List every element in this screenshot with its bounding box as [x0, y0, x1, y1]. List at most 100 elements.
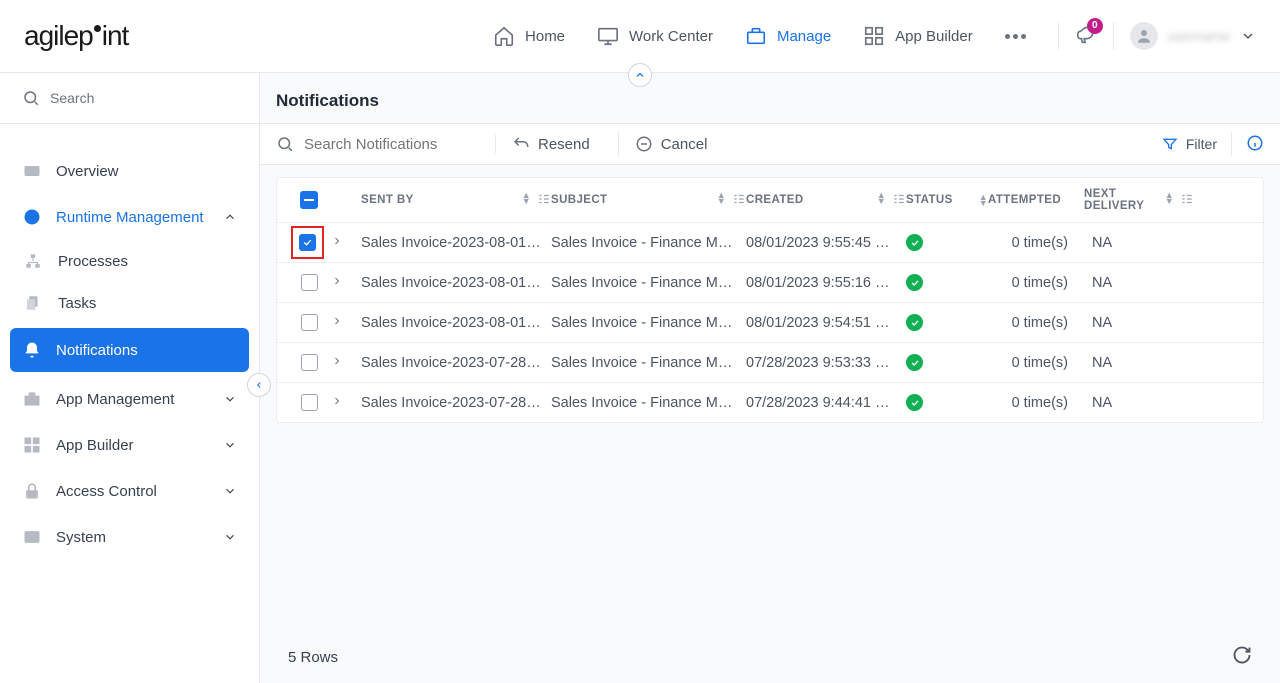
undo-icon: [512, 135, 530, 153]
tree-icon: [24, 252, 42, 270]
col-subject[interactable]: SUBJECT▲▼: [551, 192, 746, 209]
top-nav: Home Work Center Manage App Builder: [493, 25, 1026, 47]
nav-label: Home: [525, 28, 565, 45]
resend-label: Resend: [538, 136, 590, 153]
cell-created: 07/28/2023 9:53:33 …: [746, 355, 906, 371]
monitor-icon: [597, 25, 619, 47]
cell-subject: Sales Invoice - Finance M…: [551, 355, 746, 371]
group-icon[interactable]: [892, 192, 906, 209]
sidebar-item-runtime[interactable]: Runtime Management: [0, 194, 259, 240]
filter-label: Filter: [1186, 136, 1217, 152]
expand-row[interactable]: [331, 395, 361, 411]
col-status[interactable]: STATUS▲▼: [906, 194, 988, 206]
table-row[interactable]: Sales Invoice-2023-08-01…Sales Invoice -…: [277, 303, 1263, 343]
table-row[interactable]: Sales Invoice-2023-07-28…Sales Invoice -…: [277, 383, 1263, 423]
cell-attempted: 0 time(s): [988, 355, 1076, 371]
status-ok-icon: [906, 314, 923, 331]
nav-manage[interactable]: Manage: [745, 25, 831, 47]
group-icon[interactable]: [732, 192, 746, 209]
badge-count: 0: [1087, 18, 1103, 34]
sort-icon[interactable]: ▲▼: [1165, 192, 1174, 209]
col-created[interactable]: CREATED▲▼: [746, 192, 906, 209]
status-ok-icon: [906, 354, 923, 371]
grid-icon: [863, 25, 885, 47]
cancel-label: Cancel: [661, 136, 708, 153]
toolbar: Resend Cancel Filter: [260, 123, 1280, 165]
nav-label: App Builder: [895, 28, 973, 45]
sidebar-search[interactable]: Search: [0, 73, 259, 124]
expand-row[interactable]: [331, 235, 361, 251]
cell-status: [906, 274, 988, 291]
table-row[interactable]: Sales Invoice-2023-08-01…Sales Invoice -…: [277, 223, 1263, 263]
sort-icon[interactable]: ▲▼: [979, 194, 988, 206]
row-checkbox[interactable]: [301, 394, 318, 411]
filter-icon: [1162, 136, 1178, 152]
table-row[interactable]: Sales Invoice-2023-07-28…Sales Invoice -…: [277, 343, 1263, 383]
copy-icon: [24, 294, 42, 312]
sidebar-sub-processes[interactable]: Processes: [0, 240, 259, 282]
row-checkbox[interactable]: [301, 314, 318, 331]
cell-subject: Sales Invoice - Finance M…: [551, 275, 746, 291]
cell-status: [906, 314, 988, 331]
cancel-button[interactable]: Cancel: [635, 135, 720, 153]
col-next-delivery[interactable]: NEXT DELIVERY▲▼: [1076, 188, 1194, 212]
select-all-checkbox[interactable]: [300, 191, 318, 209]
cell-subject: Sales Invoice - Finance M…: [551, 235, 746, 251]
nav-work-center[interactable]: Work Center: [597, 25, 713, 47]
resend-button[interactable]: Resend: [512, 135, 602, 153]
nav-home[interactable]: Home: [493, 25, 565, 47]
sort-icon[interactable]: ▲▼: [522, 192, 531, 209]
status-ok-icon: [906, 234, 923, 251]
group-icon[interactable]: [537, 192, 551, 209]
cell-status: [906, 354, 988, 371]
header-collapse-button[interactable]: [628, 63, 652, 87]
cell-attempted: 0 time(s): [988, 395, 1076, 411]
info-icon: [1246, 134, 1264, 152]
nav-app-builder[interactable]: App Builder: [863, 25, 973, 47]
divider: [1231, 132, 1232, 156]
sidebar-item-app-builder[interactable]: App Builder: [0, 422, 259, 468]
user-menu[interactable]: username: [1113, 22, 1256, 50]
refresh-button[interactable]: [1232, 645, 1252, 669]
col-attempted[interactable]: ATTEMPTED: [988, 194, 1076, 206]
announcements-button[interactable]: 0: [1075, 24, 1097, 49]
chevron-up-icon: [634, 69, 646, 81]
sort-icon[interactable]: ▲▼: [877, 192, 886, 209]
sidebar-sub-tasks[interactable]: Tasks: [0, 282, 259, 324]
cell-sent-by: Sales Invoice-2023-07-28…: [361, 355, 551, 371]
bell-icon: [22, 340, 42, 360]
cell-status: [906, 234, 988, 251]
sidebar-item-system[interactable]: System: [0, 514, 259, 560]
sidebar-collapse-button[interactable]: [247, 373, 271, 397]
table-row[interactable]: Sales Invoice-2023-08-01…Sales Invoice -…: [277, 263, 1263, 303]
row-checkbox[interactable]: [299, 234, 316, 251]
sidebar-item-app-mgmt[interactable]: App Management: [0, 376, 259, 422]
chevron-down-icon: [1240, 28, 1256, 44]
expand-row[interactable]: [331, 315, 361, 331]
sidebar-item-overview[interactable]: Overview: [0, 148, 259, 194]
chevron-up-icon: [223, 210, 237, 224]
cell-attempted: 0 time(s): [988, 275, 1076, 291]
nav-label: Manage: [777, 28, 831, 45]
row-checkbox[interactable]: [301, 354, 318, 371]
sidebar-sub-notifications[interactable]: Notifications: [10, 328, 249, 372]
filter-button[interactable]: Filter: [1162, 136, 1217, 152]
expand-row[interactable]: [331, 355, 361, 371]
row-checkbox[interactable]: [301, 274, 318, 291]
info-button[interactable]: [1246, 134, 1264, 155]
expand-row[interactable]: [331, 275, 361, 291]
search-input[interactable]: [304, 136, 474, 153]
cell-attempted: 0 time(s): [988, 235, 1076, 251]
table-footer: 5 Rows: [260, 631, 1280, 683]
logo: agilepint: [24, 20, 128, 52]
chevron-down-icon: [223, 392, 237, 406]
search-notifications[interactable]: [276, 135, 496, 153]
clock-icon: [22, 207, 42, 227]
nav-more-icon[interactable]: [1005, 34, 1026, 39]
cell-next: NA: [1076, 235, 1194, 251]
sort-icon[interactable]: ▲▼: [717, 192, 726, 209]
chevron-left-icon: [254, 380, 264, 390]
group-icon[interactable]: [1180, 192, 1194, 209]
sidebar-item-access[interactable]: Access Control: [0, 468, 259, 514]
col-sent-by[interactable]: SENT BY▲▼: [361, 192, 551, 209]
